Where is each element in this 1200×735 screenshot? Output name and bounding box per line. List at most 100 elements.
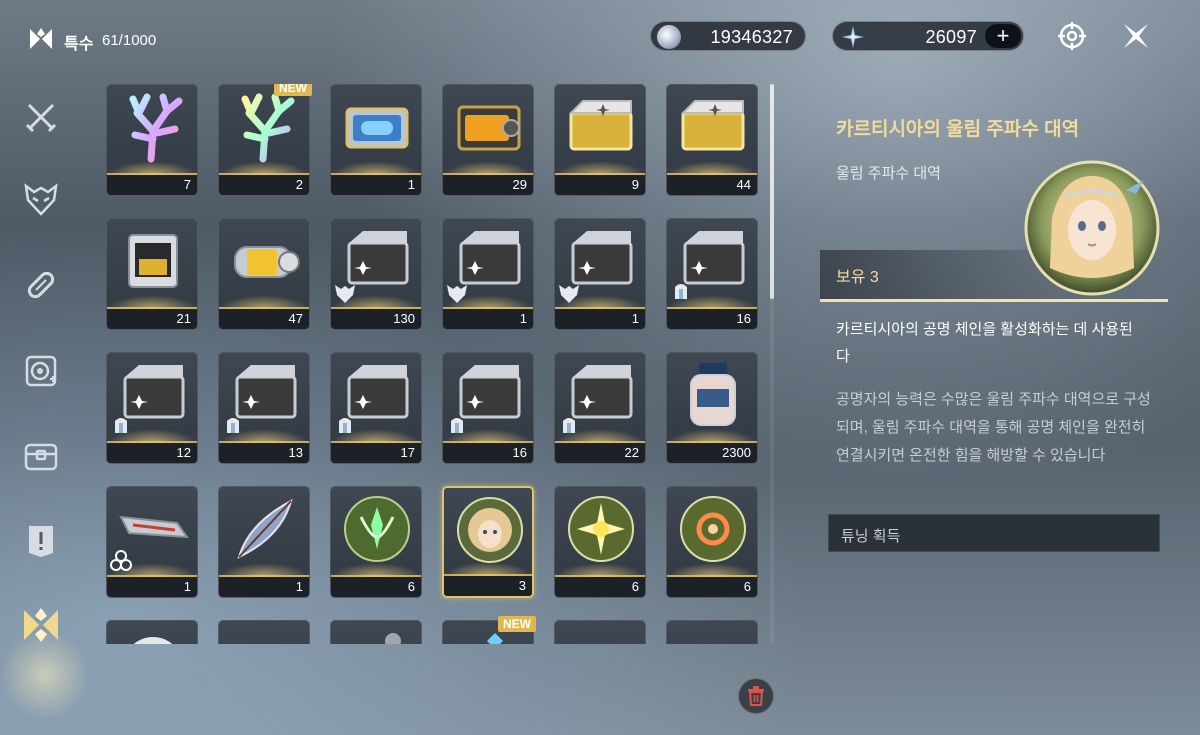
item-slot[interactable] bbox=[330, 620, 422, 644]
acquire-button-label: 튜닝 획득 bbox=[841, 528, 901, 545]
item-card: 1 bbox=[554, 218, 646, 330]
item-slot[interactable] bbox=[666, 620, 758, 644]
acquire-button[interactable]: 튜닝 획득 bbox=[828, 514, 1160, 552]
item-slot[interactable]: 1 bbox=[106, 486, 198, 598]
filter-settings-icon[interactable] bbox=[1056, 20, 1088, 52]
item-slot[interactable]: 47 bbox=[218, 218, 310, 330]
close-icon[interactable] bbox=[1120, 20, 1152, 52]
recycle-badge-icon bbox=[110, 550, 132, 571]
item-slot[interactable]: 17 bbox=[330, 352, 422, 464]
sand-jar-icon bbox=[690, 363, 736, 426]
sidebar-item-development[interactable] bbox=[22, 266, 60, 304]
sidebar-item-resources[interactable] bbox=[22, 352, 60, 390]
item-count: 22 bbox=[624, 445, 639, 460]
item-slot[interactable]: 29 bbox=[442, 84, 534, 196]
sidebar-item-weapons[interactable] bbox=[22, 98, 60, 136]
category-sidebar bbox=[0, 80, 100, 725]
item-card: 22 bbox=[554, 352, 646, 464]
item-slot[interactable]: 6 bbox=[666, 486, 758, 598]
item-slot[interactable]: 6 bbox=[330, 486, 422, 598]
item-type: 울림 주파수 대역 bbox=[836, 165, 941, 182]
item-slot[interactable] bbox=[106, 620, 198, 644]
item-slot[interactable] bbox=[554, 620, 646, 644]
prism-coral-icon bbox=[129, 93, 183, 163]
item-slot[interactable]: 130 bbox=[330, 218, 422, 330]
item-slot[interactable]: 16 bbox=[442, 352, 534, 464]
item-card: 1 bbox=[442, 218, 534, 330]
item-count: 9 bbox=[631, 177, 639, 192]
item-count: 2300 bbox=[722, 445, 751, 460]
sidebar-item-consumables[interactable] bbox=[22, 438, 60, 476]
golden-cube-machine-icon bbox=[128, 234, 178, 288]
trash-icon bbox=[748, 686, 764, 706]
shell-credit-display: 19346327 bbox=[650, 21, 806, 51]
item-slot[interactable]: 1 bbox=[442, 218, 534, 330]
item-card bbox=[106, 620, 198, 644]
item-count: 16 bbox=[736, 311, 751, 326]
quest-item-icon bbox=[29, 526, 53, 557]
item-slot[interactable]: 16 bbox=[666, 218, 758, 330]
item-card bbox=[330, 620, 422, 644]
item-slot[interactable]: 13 bbox=[218, 352, 310, 464]
item-count: 17 bbox=[400, 445, 415, 460]
item-card: 2 bbox=[218, 84, 310, 196]
item-card bbox=[218, 620, 310, 644]
item-slot[interactable]: 44 bbox=[666, 84, 758, 196]
item-slot[interactable]: 7 bbox=[106, 84, 198, 196]
item-card: 1 bbox=[218, 486, 310, 598]
item-slot[interactable]: 22 bbox=[554, 352, 646, 464]
item-slot[interactable]: 1 bbox=[330, 84, 422, 196]
item-detail-panel: 카르티시아의 울림 주파수 대역 울림 주파수 대역 보유 3 카르티시아의 공… bbox=[820, 90, 1170, 560]
capsule-icon bbox=[27, 271, 55, 299]
item-slot[interactable]: 1 bbox=[554, 218, 646, 330]
item-card: 12 bbox=[106, 352, 198, 464]
item-count: 44 bbox=[736, 177, 751, 192]
resource-disc-icon bbox=[25, 355, 57, 387]
owned-count: 보유 3 bbox=[836, 269, 879, 286]
chest-icon bbox=[24, 443, 58, 471]
echo-mask-icon bbox=[24, 183, 58, 216]
shell-credit-icon bbox=[657, 25, 681, 49]
item-slot[interactable]: 2300 bbox=[666, 352, 758, 464]
item-count: 3 bbox=[518, 578, 526, 593]
item-count: 2 bbox=[295, 177, 303, 192]
helmet-badge-icon bbox=[675, 284, 687, 299]
item-count: 1 bbox=[631, 311, 639, 326]
item-slot[interactable]: 12 bbox=[106, 352, 198, 464]
item-slot[interactable]: NEW bbox=[442, 616, 536, 644]
item-lore: 공명자의 능력은 수많은 울림 주파수 대역으로 구성되며, 울림 주파수 대역… bbox=[836, 391, 1151, 464]
astrite-value: 26097 bbox=[925, 27, 977, 47]
orange-supply-chest-icon bbox=[457, 105, 521, 151]
sidebar-item-echoes[interactable] bbox=[22, 180, 60, 218]
item-card: 3 bbox=[442, 486, 534, 598]
item-card: 21 bbox=[106, 218, 198, 330]
white-orb-icon bbox=[133, 637, 173, 644]
discard-button[interactable] bbox=[738, 678, 774, 714]
item-slot[interactable]: NEW 2 bbox=[218, 84, 312, 196]
echo-mask-badge-icon bbox=[559, 285, 579, 303]
item-count: 1 bbox=[407, 177, 415, 192]
item-slot[interactable]: 1 bbox=[218, 486, 310, 598]
helmet-badge-icon bbox=[227, 418, 239, 433]
blue-supply-chest-icon bbox=[345, 107, 409, 149]
item-slot-selected[interactable]: 3 bbox=[442, 486, 534, 598]
item-count: 6 bbox=[407, 579, 415, 594]
item-count: 1 bbox=[519, 311, 527, 326]
item-count: 7 bbox=[183, 177, 191, 192]
grid-scrollbar-thumb[interactable] bbox=[770, 84, 774, 299]
astrite-icon bbox=[842, 26, 864, 48]
item-count: 6 bbox=[743, 579, 751, 594]
item-slot[interactable] bbox=[218, 620, 310, 644]
item-slot[interactable]: 6 bbox=[554, 486, 646, 598]
item-card: 44 bbox=[666, 84, 758, 196]
item-slot[interactable]: 9 bbox=[554, 84, 646, 196]
item-card: 2300 bbox=[666, 352, 758, 464]
add-astrite-button[interactable]: + bbox=[985, 23, 1021, 48]
sidebar-item-special[interactable] bbox=[22, 606, 60, 644]
shell-credit-value: 19346327 bbox=[710, 27, 793, 47]
item-description: 카르티시아의 공명 체인을 활성화하는 데 사용된다 bbox=[836, 321, 1133, 365]
item-grid: 7 NEW 2 1 29 9 44 21 47 130 1 1 16 12 13… bbox=[104, 84, 760, 644]
sidebar-item-quest[interactable] bbox=[22, 522, 60, 560]
item-slot[interactable]: 21 bbox=[106, 218, 198, 330]
energy-capsule-icon bbox=[234, 246, 300, 278]
